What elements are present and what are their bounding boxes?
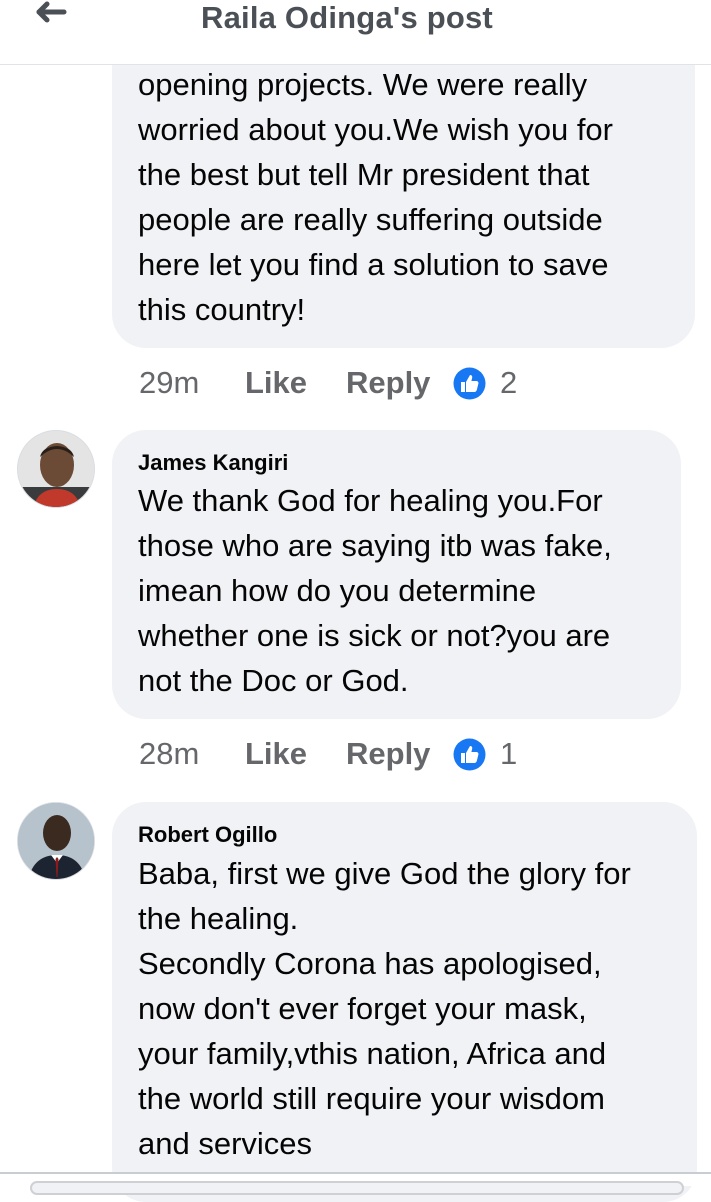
avatar[interactable] <box>17 430 95 508</box>
comment-input[interactable] <box>30 1181 684 1195</box>
reaction-count: 1 <box>500 736 518 771</box>
reply-button[interactable]: Reply <box>346 363 430 403</box>
reply-button[interactable]: Reply <box>346 734 430 774</box>
comment-author[interactable]: James Kangiri <box>138 450 288 476</box>
comment-timestamp: 29m <box>139 365 200 400</box>
comment-text: Baba, first we give God the glory for th… <box>138 856 631 1161</box>
thumbs-up-icon[interactable] <box>453 738 486 771</box>
page-title: Raila Odinga's post <box>201 0 493 35</box>
top-bar: Raila Odinga's post <box>0 0 711 65</box>
avatar[interactable] <box>17 802 95 880</box>
arrow-left-icon[interactable] <box>28 0 68 30</box>
reaction-count: 2 <box>500 365 518 400</box>
comment-bubble: opening projects. We were really worried… <box>112 20 695 348</box>
thumbs-up-icon[interactable] <box>453 367 486 400</box>
comment-text: opening projects. We were really worried… <box>138 67 613 327</box>
like-button[interactable]: Like <box>245 734 307 774</box>
comment-timestamp: 28m <box>139 736 200 771</box>
comment-bubble: James Kangiri We thank God for healing y… <box>112 430 681 719</box>
comment-text: We thank God for healing you.For those w… <box>138 483 612 698</box>
comment-author[interactable]: Robert Ogillo <box>138 822 277 848</box>
comment-bubble: Robert Ogillo Baba, first we give God th… <box>112 802 697 1202</box>
like-button[interactable]: Like <box>245 363 307 403</box>
